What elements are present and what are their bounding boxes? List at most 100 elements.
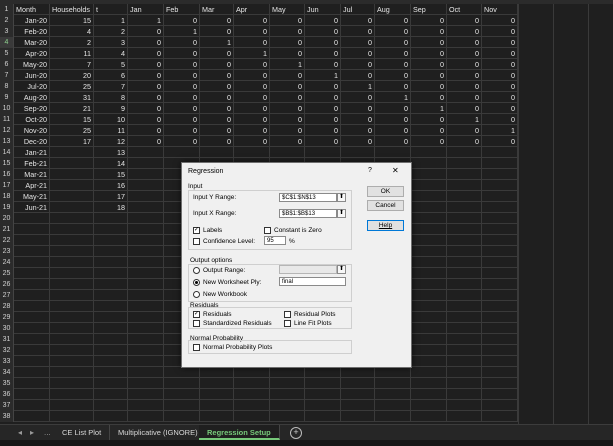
table-cell[interactable]: 0 <box>482 48 518 59</box>
table-cell[interactable] <box>411 400 447 411</box>
table-cell[interactable] <box>270 400 305 411</box>
table-cell[interactable]: Sep-20 <box>14 103 50 114</box>
table-cell[interactable] <box>411 257 447 268</box>
table-cell[interactable]: 0 <box>270 92 305 103</box>
table-cell[interactable] <box>128 345 164 356</box>
table-cell[interactable] <box>128 334 164 345</box>
table-cell[interactable]: Apr-20 <box>14 48 50 59</box>
table-cell[interactable] <box>50 279 94 290</box>
table-cell[interactable] <box>128 191 164 202</box>
table-cell[interactable] <box>14 268 50 279</box>
row-number[interactable]: 9 <box>0 92 14 103</box>
table-cell[interactable]: 0 <box>234 114 270 125</box>
labels-checkbox[interactable]: ✓ <box>193 227 200 234</box>
table-cell[interactable] <box>411 345 447 356</box>
table-cell[interactable] <box>411 202 447 213</box>
table-cell[interactable] <box>411 356 447 367</box>
table-cell[interactable] <box>14 279 50 290</box>
table-cell[interactable]: Jan-20 <box>14 15 50 26</box>
table-cell[interactable]: May-21 <box>14 191 50 202</box>
row-number[interactable]: 4 <box>0 37 14 48</box>
table-cell[interactable] <box>94 400 128 411</box>
table-cell[interactable] <box>411 367 447 378</box>
column-header-cell[interactable]: Jul <box>341 4 375 15</box>
table-cell[interactable]: 4 <box>50 26 94 37</box>
table-cell[interactable]: 0 <box>447 59 482 70</box>
table-cell[interactable]: 1 <box>128 15 164 26</box>
row-number[interactable]: 28 <box>0 301 14 312</box>
table-cell[interactable]: 0 <box>200 125 234 136</box>
table-cell[interactable]: 0 <box>234 37 270 48</box>
table-cell[interactable] <box>94 334 128 345</box>
table-cell[interactable]: 0 <box>341 48 375 59</box>
table-cell[interactable] <box>128 180 164 191</box>
table-cell[interactable]: May-20 <box>14 59 50 70</box>
residual-plots-checkbox[interactable] <box>284 311 291 318</box>
table-cell[interactable] <box>411 169 447 180</box>
row-number[interactable]: 5 <box>0 48 14 59</box>
table-cell[interactable] <box>411 279 447 290</box>
row-number[interactable]: 11 <box>0 114 14 125</box>
table-cell[interactable]: Nov-20 <box>14 125 50 136</box>
next-sheet-icon[interactable]: ▸ <box>30 427 34 438</box>
row-number[interactable]: 35 <box>0 378 14 389</box>
table-cell[interactable]: 0 <box>200 103 234 114</box>
table-cell[interactable]: 0 <box>200 26 234 37</box>
ok-button[interactable]: OK <box>367 186 404 197</box>
table-cell[interactable]: 0 <box>375 15 411 26</box>
table-cell[interactable] <box>375 378 411 389</box>
table-cell[interactable]: 0 <box>341 114 375 125</box>
table-cell[interactable]: 0 <box>375 114 411 125</box>
input-y-range-field[interactable]: $C$1:$N$13 <box>279 193 337 202</box>
table-cell[interactable]: 0 <box>234 26 270 37</box>
row-number[interactable]: 30 <box>0 323 14 334</box>
more-sheets-ellipsis[interactable]: ... <box>44 427 51 438</box>
table-cell[interactable]: Oct-20 <box>14 114 50 125</box>
table-cell[interactable] <box>50 312 94 323</box>
table-cell[interactable] <box>50 400 94 411</box>
table-cell[interactable]: 1 <box>341 81 375 92</box>
table-cell[interactable]: 13 <box>94 147 128 158</box>
table-cell[interactable] <box>14 367 50 378</box>
table-cell[interactable] <box>50 268 94 279</box>
table-cell[interactable]: 0 <box>482 114 518 125</box>
table-cell[interactable] <box>14 290 50 301</box>
table-cell[interactable]: 0 <box>200 48 234 59</box>
table-cell[interactable] <box>482 389 518 400</box>
table-cell[interactable] <box>270 367 305 378</box>
table-cell[interactable] <box>447 224 482 235</box>
table-cell[interactable] <box>411 378 447 389</box>
table-cell[interactable] <box>128 312 164 323</box>
table-cell[interactable]: 17 <box>94 191 128 202</box>
collapse-x-icon[interactable]: ⬆ <box>337 209 346 218</box>
table-cell[interactable] <box>94 389 128 400</box>
table-cell[interactable] <box>128 279 164 290</box>
collapse-y-icon[interactable]: ⬆ <box>337 193 346 202</box>
table-cell[interactable]: 0 <box>411 136 447 147</box>
table-cell[interactable] <box>234 367 270 378</box>
table-cell[interactable]: 20 <box>50 70 94 81</box>
input-x-range-field[interactable]: $B$1:$B$13 <box>279 209 337 218</box>
table-cell[interactable]: 0 <box>482 26 518 37</box>
table-cell[interactable]: 0 <box>270 114 305 125</box>
table-cell[interactable]: 0 <box>128 37 164 48</box>
table-cell[interactable] <box>94 279 128 290</box>
table-cell[interactable] <box>94 345 128 356</box>
row-number[interactable]: 36 <box>0 389 14 400</box>
table-cell[interactable] <box>14 378 50 389</box>
table-cell[interactable]: 0 <box>341 37 375 48</box>
table-cell[interactable] <box>94 257 128 268</box>
column-header-cell[interactable]: Households <box>50 4 94 15</box>
table-cell[interactable]: 0 <box>305 15 341 26</box>
table-cell[interactable]: 1 <box>447 114 482 125</box>
table-cell[interactable] <box>482 268 518 279</box>
table-cell[interactable]: 1 <box>375 92 411 103</box>
table-cell[interactable]: 0 <box>375 48 411 59</box>
table-cell[interactable]: 0 <box>341 136 375 147</box>
table-cell[interactable] <box>128 169 164 180</box>
row-number[interactable]: 22 <box>0 235 14 246</box>
table-cell[interactable] <box>447 235 482 246</box>
row-number[interactable]: 16 <box>0 169 14 180</box>
table-cell[interactable] <box>411 389 447 400</box>
table-cell[interactable] <box>94 290 128 301</box>
